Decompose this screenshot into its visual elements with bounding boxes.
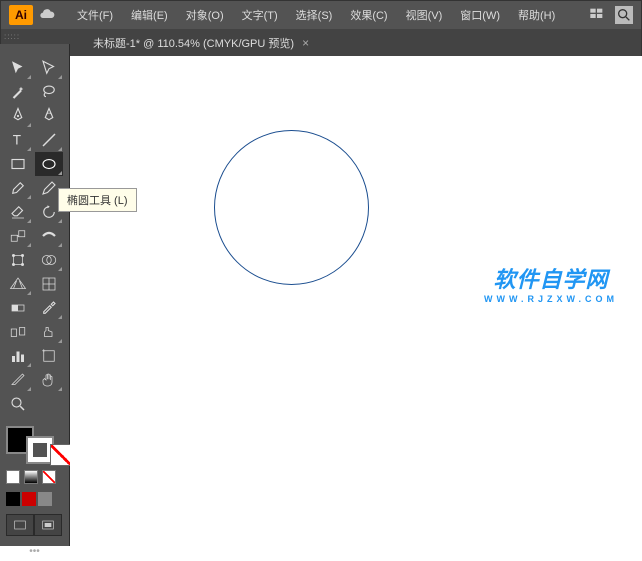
menu-file[interactable]: 文件(F) xyxy=(69,3,121,27)
menu-view[interactable]: 视图(V) xyxy=(398,3,451,27)
hand-tool[interactable] xyxy=(35,368,63,392)
shape-builder-tool[interactable] xyxy=(35,248,63,272)
color-mode-icon[interactable] xyxy=(6,470,20,484)
menu-window[interactable]: 窗口(W) xyxy=(452,3,508,27)
magic-wand-tool[interactable] xyxy=(4,80,32,104)
workspace-switcher-icon[interactable] xyxy=(589,6,605,25)
eyedropper-tool[interactable] xyxy=(35,296,63,320)
menubar: Ai 文件(F) 编辑(E) 对象(O) 文字(T) 选择(S) 效果(C) 视… xyxy=(1,1,641,29)
document-tab-title: 未标题-1* @ 110.54% (CMYK/GPU 预览) xyxy=(93,35,294,51)
slice-tool[interactable] xyxy=(4,368,32,392)
canvas-area[interactable]: 软件自学网 WWW.RJZXW.COM xyxy=(70,56,642,546)
gradient-tool[interactable] xyxy=(4,296,32,320)
svg-text:T: T xyxy=(13,133,21,148)
line-tool[interactable] xyxy=(35,128,63,152)
zoom-tool[interactable] xyxy=(4,392,32,416)
menu-type[interactable]: 文字(T) xyxy=(234,3,286,27)
search-icon[interactable] xyxy=(615,6,633,24)
color-swatch-red[interactable] xyxy=(22,492,36,506)
rectangle-tool[interactable] xyxy=(4,152,32,176)
direct-selection-tool[interactable] xyxy=(35,56,63,80)
free-transform-tool[interactable] xyxy=(4,248,32,272)
gradient-mode-icon[interactable] xyxy=(24,470,38,484)
symbol-sprayer-tool[interactable] xyxy=(35,320,63,344)
blend-tool[interactable] xyxy=(4,320,32,344)
ellipse-tool[interactable] xyxy=(35,152,63,176)
full-screen-mode[interactable] xyxy=(34,514,62,536)
cloud-icon[interactable] xyxy=(39,6,55,25)
eraser-tool[interactable] xyxy=(4,200,32,224)
recent-colors-row xyxy=(0,490,69,508)
scale-tool[interactable] xyxy=(4,224,32,248)
none-mode-icon[interactable] xyxy=(42,470,56,484)
watermark-url: WWW.RJZXW.COM xyxy=(484,294,618,304)
artboard-tool[interactable] xyxy=(35,344,63,368)
watermark: 软件自学网 WWW.RJZXW.COM xyxy=(484,262,618,304)
close-tab-icon[interactable]: × xyxy=(302,36,309,50)
curvature-tool[interactable] xyxy=(35,104,63,128)
pen-tool[interactable] xyxy=(4,104,32,128)
toolbox: T xyxy=(0,44,70,546)
mesh-tool[interactable] xyxy=(35,272,63,296)
panel-grip-icon[interactable]: ::::: xyxy=(4,32,20,41)
menu-help[interactable]: 帮助(H) xyxy=(510,3,563,27)
app-logo: Ai xyxy=(9,5,33,25)
ellipse-shape[interactable] xyxy=(214,130,369,285)
column-graph-tool[interactable] xyxy=(4,344,32,368)
document-tab[interactable]: 未标题-1* @ 110.54% (CMYK/GPU 预览) × xyxy=(83,31,319,55)
width-tool[interactable] xyxy=(35,224,63,248)
menu-effect[interactable]: 效果(C) xyxy=(342,3,395,27)
normal-screen-mode[interactable] xyxy=(6,514,34,536)
color-swatch-gray[interactable] xyxy=(38,492,52,506)
screen-mode-row xyxy=(0,508,69,542)
lasso-tool[interactable] xyxy=(35,80,63,104)
color-swatch-area xyxy=(0,420,69,490)
document-tabbar: 未标题-1* @ 110.54% (CMYK/GPU 预览) × xyxy=(1,29,641,57)
menu-object[interactable]: 对象(O) xyxy=(178,3,232,27)
no-color-swatch[interactable] xyxy=(50,444,72,466)
paintbrush-tool[interactable] xyxy=(4,176,32,200)
selection-tool[interactable] xyxy=(4,56,32,80)
tool-tooltip: 椭圆工具 (L) xyxy=(58,188,137,212)
menu-select[interactable]: 选择(S) xyxy=(288,3,341,27)
watermark-title: 软件自学网 xyxy=(484,262,618,294)
menu-edit[interactable]: 编辑(E) xyxy=(123,3,176,27)
color-swatch-black[interactable] xyxy=(6,492,20,506)
edit-toolbar-icon[interactable]: ••• xyxy=(0,542,69,561)
type-tool[interactable]: T xyxy=(4,128,32,152)
perspective-grid-tool[interactable] xyxy=(4,272,32,296)
